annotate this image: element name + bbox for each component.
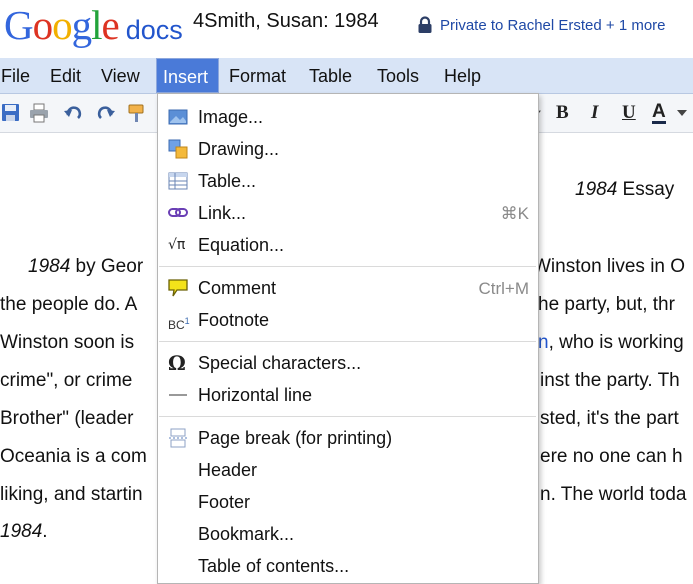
menu-item-page-break[interactable]: Page break (for printing): [158, 422, 538, 454]
redo-icon[interactable]: [95, 102, 117, 124]
link-icon: [168, 208, 188, 217]
share-status-text: Private to Rachel Ersted + 1 more: [440, 16, 666, 34]
insert-menu-dropdown: Image... Drawing... Table... Link... ⌘K …: [157, 93, 539, 584]
docs-logo-text: docs: [125, 15, 183, 45]
lock-icon: [418, 16, 432, 33]
footnote-icon: BC1: [168, 316, 190, 332]
document-title[interactable]: 4Smith, Susan: 1984: [193, 10, 379, 33]
menu-item-bookmark[interactable]: Bookmark...: [158, 518, 538, 550]
horizontal-line-icon: [169, 394, 187, 396]
paragraph-line: n. The world toda: [540, 484, 687, 505]
logo-letter: l: [91, 2, 102, 48]
menu-item-link[interactable]: Link... ⌘K: [158, 197, 538, 229]
paragraph-line: Oceania is a com: [0, 446, 147, 467]
logo-letter: g: [71, 2, 92, 48]
equation-icon: √π: [168, 237, 186, 253]
paragraph-line: Brother" (leader: [0, 408, 134, 429]
document-link[interactable]: n: [538, 332, 549, 353]
paragraph-line: ere no one can h: [540, 446, 683, 467]
google-docs-logo[interactable]: Google docs: [4, 3, 183, 47]
undo-icon[interactable]: [62, 102, 84, 124]
paragraph-line: inst the party. Th: [540, 370, 680, 391]
paragraph-line: n, who is working: [538, 332, 684, 353]
paragraph-line: sted, it's the part: [540, 408, 679, 429]
page-break-icon: [169, 428, 187, 448]
underline-button[interactable]: U: [622, 102, 636, 124]
paragraph-line: Winston soon is: [0, 332, 135, 353]
paragraph-line: he party, but, thr: [538, 294, 675, 315]
menu-edit[interactable]: Edit: [50, 58, 81, 93]
menu-separator: [159, 416, 536, 417]
document-heading: 1984 Essay: [575, 179, 675, 200]
menu-item-comment[interactable]: Comment Ctrl+M: [158, 272, 538, 304]
logo-letter: e: [101, 2, 120, 48]
menu-item-footer[interactable]: Footer: [158, 486, 538, 518]
menu-format[interactable]: Format: [229, 58, 286, 93]
table-icon: [168, 172, 188, 190]
paint-format-icon[interactable]: [127, 102, 149, 124]
menu-file[interactable]: File: [1, 58, 30, 93]
comment-shortcut: Ctrl+M: [478, 279, 529, 298]
menu-tools[interactable]: Tools: [377, 58, 419, 93]
menu-view[interactable]: View: [101, 58, 140, 93]
drawing-icon: [168, 139, 188, 159]
logo-letter: o: [32, 2, 53, 48]
bold-button[interactable]: B: [556, 102, 569, 124]
text-color-dropdown-icon[interactable]: [677, 110, 687, 116]
logo-letter: o: [52, 2, 72, 48]
menu-item-special-characters[interactable]: Ω Special characters...: [158, 347, 538, 379]
image-icon: [168, 109, 188, 125]
menu-item-drawing[interactable]: Drawing...: [158, 133, 538, 165]
paragraph-line: the people do. A: [0, 294, 138, 315]
menu-separator: [159, 266, 536, 267]
text-color-button[interactable]: A: [652, 102, 666, 124]
menu-separator: [159, 341, 536, 342]
paragraph-line: 1984.: [0, 521, 48, 542]
paragraph-line: 1984 by Geor: [28, 256, 144, 277]
menu-insert[interactable]: Insert: [156, 58, 219, 93]
menu-table[interactable]: Table: [309, 58, 352, 93]
share-status[interactable]: Private to Rachel Ersted + 1 more: [417, 16, 666, 34]
menu-item-equation[interactable]: √π Equation...: [158, 229, 538, 261]
logo-letter: G: [4, 2, 34, 48]
save-icon[interactable]: [0, 102, 22, 124]
italic-button[interactable]: I: [591, 102, 598, 124]
menu-help[interactable]: Help: [444, 58, 481, 93]
link-shortcut: ⌘K: [500, 204, 529, 223]
omega-icon: Ω: [168, 351, 186, 375]
menu-item-table[interactable]: Table...: [158, 165, 538, 197]
menu-item-table-of-contents[interactable]: Table of contents...: [158, 550, 538, 582]
paragraph-line: crime", or crime: [0, 370, 133, 391]
top-bar: Google docs 4Smith, Susan: 1984 Private …: [0, 0, 693, 58]
menu-bar: File Edit View Insert Format Table Tools…: [0, 58, 693, 94]
print-icon[interactable]: [28, 102, 50, 124]
comment-icon: [168, 279, 188, 297]
menu-item-footnote[interactable]: BC1 Footnote: [158, 304, 538, 336]
menu-item-horizontal-line[interactable]: Horizontal line: [158, 379, 538, 411]
menu-item-image[interactable]: Image...: [158, 101, 538, 133]
paragraph-line: Winston lives in O: [533, 256, 686, 277]
menu-item-header[interactable]: Header: [158, 454, 538, 486]
google-logo: Google: [4, 2, 120, 48]
paragraph-line: liking, and startin: [0, 484, 143, 505]
